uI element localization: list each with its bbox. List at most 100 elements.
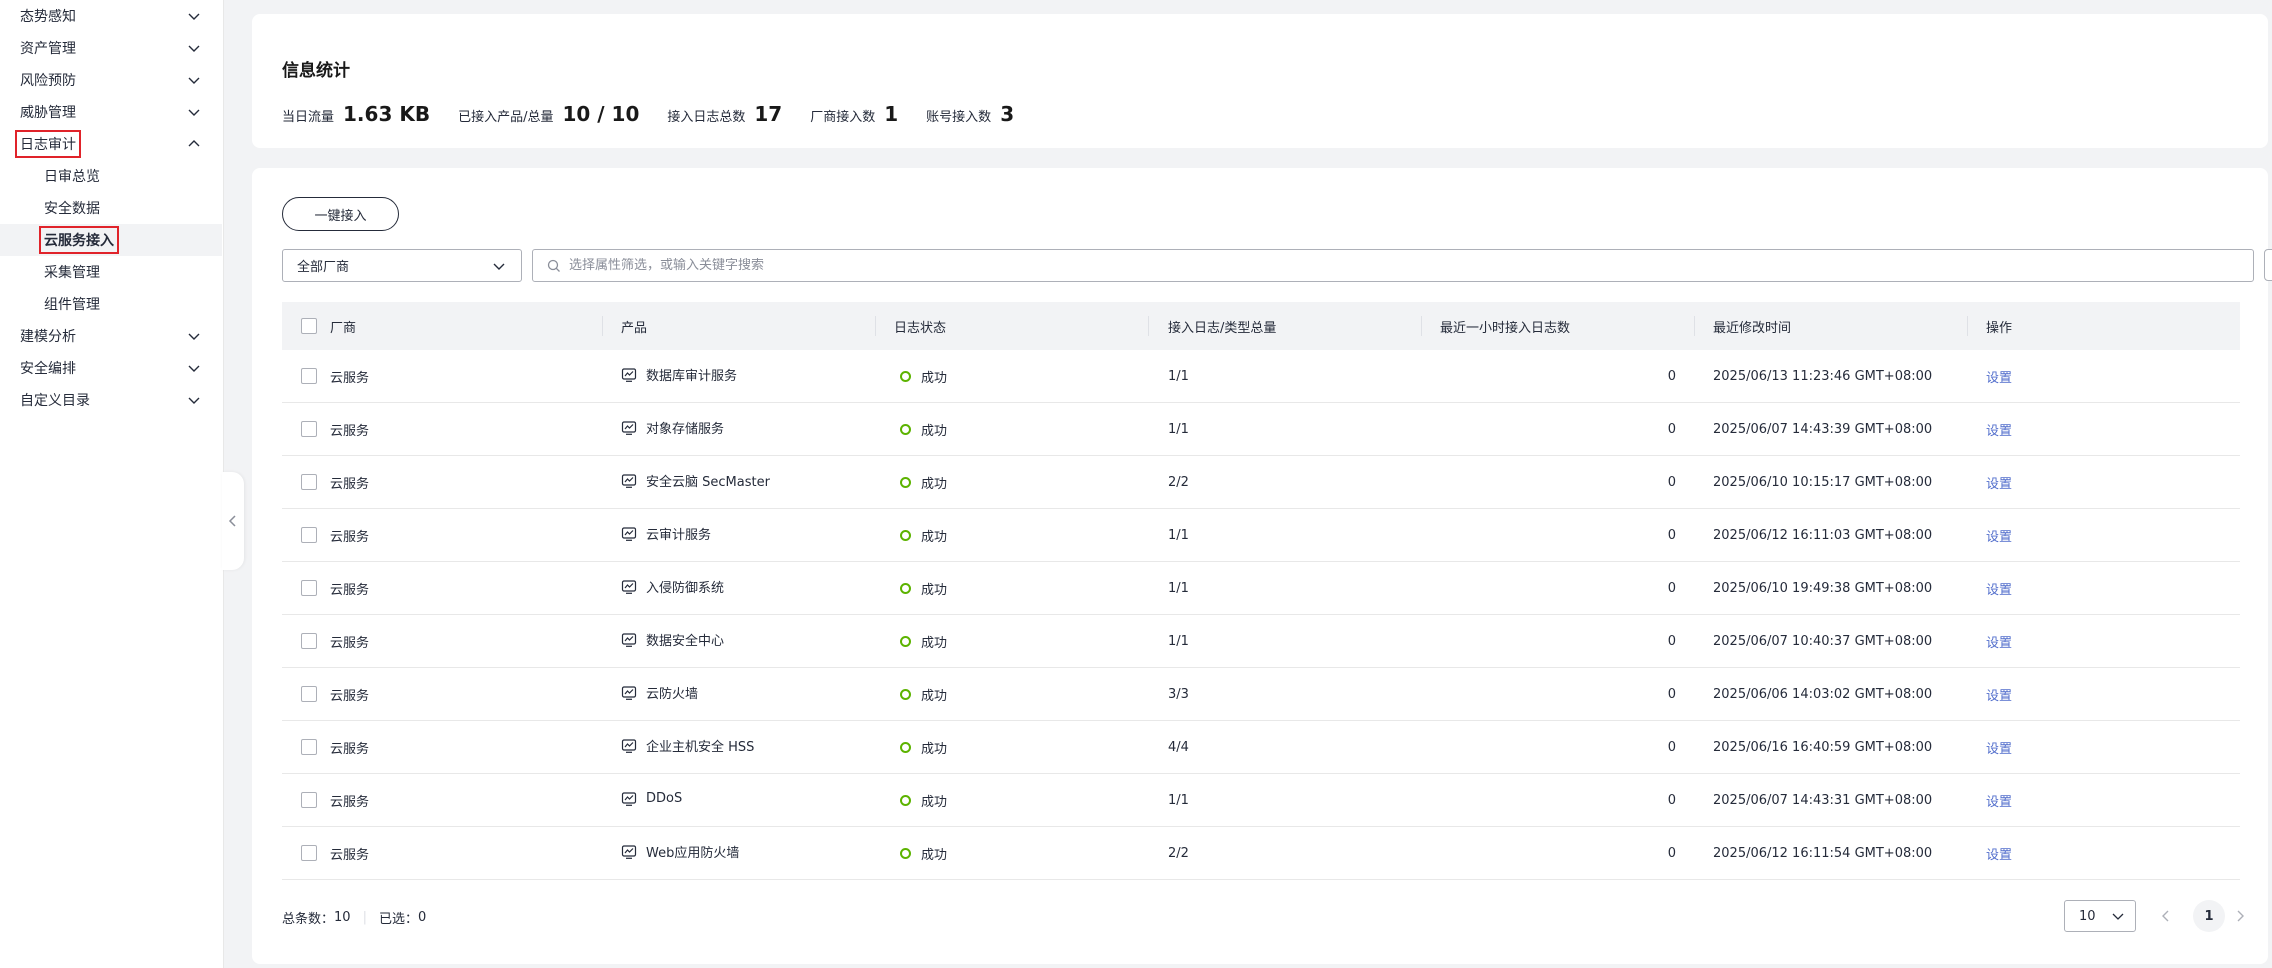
status-success-icon [900,742,911,753]
selected-value: 0 [417,910,427,925]
cell-product: 对象存储服务 [621,401,724,454]
cell-status: 成功 [900,827,947,880]
cell-recent-count: 0 [1667,422,1676,437]
sidebar-group-item[interactable]: 自定义目录 [0,384,222,416]
cell-product: 数据安全中心 [621,613,724,666]
access-list-card: 一键接入 全部厂商 厂商 产品 日志状态 接入日志/类型总量 最近一小时接入日志… [252,168,2272,964]
sidebar-group-label: 安全编排 [20,361,76,377]
sidebar-sub-item-label: 日审总览 [44,169,100,185]
cell-product: 云审计服务 [621,507,711,560]
page-size-value: 10 [2079,908,2096,924]
cell-types: 1/1 [1168,528,1189,543]
row-checkbox[interactable] [301,739,317,755]
row-checkbox[interactable] [301,527,317,543]
next-page-button[interactable] [2230,906,2250,926]
table-row: 云服务 DDoS 成功 1/1 0 2025/06/07 14:43:31 GMT+08:… [282,774,2240,827]
status-text: 成功 [921,530,948,545]
status-text: 成功 [921,583,948,598]
settings-link[interactable]: 设置 [1986,403,2012,456]
monitor-chart-icon [621,579,637,595]
row-checkbox[interactable] [301,368,317,384]
cell-modified-time: 2025/06/12 16:11:03 GMT+08:00 [1713,528,1933,543]
cell-status: 成功 [900,615,947,668]
cell-status: 成功 [900,350,947,403]
status-text: 成功 [921,477,948,492]
sidebar-sub-item[interactable]: 云服务接入 [0,224,222,256]
search-input[interactable] [569,258,2069,273]
row-checkbox[interactable] [301,474,317,490]
status-text: 成功 [921,689,948,704]
refresh-button[interactable] [2264,249,2272,281]
cell-vendor: 云服务 [330,848,370,863]
chevron-down-icon [2112,913,2124,920]
settings-link[interactable]: 设置 [1986,827,2012,880]
sidebar-sub-item[interactable]: 采集管理 [0,256,222,288]
sidebar-nav: 态势感知资产管理 风险预防 威胁管理 日志审计日审总览安全数据 云服务接入采集管理组件管… [0,0,224,968]
status-success-icon [900,689,911,700]
search-icon [547,259,560,272]
cell-modified-time: 2025/06/06 14:03:02 GMT+08:00 [1713,687,1933,702]
cell-types: 2/2 [1168,475,1189,490]
settings-link[interactable]: 设置 [1986,721,2012,774]
sidebar-sub-item[interactable]: 安全数据 [0,192,222,224]
sidebar-group-item[interactable]: 建模分析 [0,320,222,352]
table-row: 云服务 数据库审计服务 成功 1/1 0 2025/06/13 11:23:46 GMT+… [282,350,2240,403]
page-size-select[interactable]: 10 [2064,900,2136,932]
sidebar-group-label: 态势感知 [20,9,76,25]
cell-product: 入侵防御系统 [621,560,724,613]
header-types: 接入日志/类型总量 [1168,320,1277,336]
settings-link[interactable]: 设置 [1986,668,2012,721]
cell-status: 成功 [900,456,947,509]
sidebar-group-item[interactable]: 威胁管理 [0,96,222,128]
vendor-filter-select[interactable]: 全部厂商 [282,249,522,282]
prev-page-button[interactable] [2156,906,2176,926]
settings-link[interactable]: 设置 [1986,350,2012,403]
settings-link[interactable]: 设置 [1986,562,2012,615]
cell-modified-time: 2025/06/13 11:23:46 GMT+08:00 [1713,369,1933,384]
header-divider [1694,316,1695,336]
sidebar-collapse-button[interactable] [222,472,244,570]
sidebar-group-item[interactable]: 资产管理 [0,32,222,64]
sidebar-group-item[interactable]: 安全编排 [0,352,222,384]
header-product: 产品 [621,320,648,336]
sidebar-group-item[interactable]: 态势感知 [0,0,222,32]
row-checkbox[interactable] [301,792,317,808]
sidebar-sub-item-label: 采集管理 [44,265,100,281]
row-checkbox[interactable] [301,421,317,437]
sidebar-sub-item[interactable]: 日审总览 [0,160,222,192]
cell-recent-count: 0 [1667,793,1676,808]
row-checkbox[interactable] [301,580,317,596]
table-row: 云服务 安全云脑 SecMaster 成功 2/2 0 2025/06/10 10:15:… [282,456,2240,509]
sidebar-sub-item[interactable]: 组件管理 [0,288,222,320]
stat-value: 1.63 KB [343,102,431,126]
row-checkbox[interactable] [301,686,317,702]
status-text: 成功 [921,742,948,757]
cell-status: 成功 [900,721,947,774]
stat-label: 接入日志总数 [667,110,746,125]
page-number-current[interactable]: 1 [2193,900,2225,932]
sidebar-sub-item-label: 云服务接入 [39,226,119,254]
settings-link[interactable]: 设置 [1986,456,2012,509]
cell-types: 2/2 [1168,846,1189,861]
row-checkbox[interactable] [301,845,317,861]
stat-value: 10 / 10 [562,102,640,126]
chevron-down-icon [493,263,505,270]
cell-status: 成功 [900,668,947,721]
sidebar-group-item[interactable]: 风险预防 [0,64,222,96]
chevron-left-icon [2162,910,2169,922]
settings-link[interactable]: 设置 [1986,774,2012,827]
table-row: 云服务 对象存储服务 成功 1/1 0 2025/06/07 14:43:39 GMT+0… [282,403,2240,456]
cell-recent-count: 0 [1667,740,1676,755]
status-text: 成功 [921,795,948,810]
product-name: 数据库审计服务 [646,369,738,384]
settings-link[interactable]: 设置 [1986,615,2012,668]
sidebar-group-item[interactable]: 日志审计 [0,128,222,160]
settings-link[interactable]: 设置 [1986,509,2012,562]
select-all-checkbox[interactable] [301,318,317,334]
cell-product: Web应用防火墙 [621,825,739,878]
search-input-wrapper[interactable] [532,249,2254,282]
table-row: 云服务 Web应用防火墙 成功 2/2 0 2025/06/12 16:11:54 GMT… [282,827,2240,880]
cell-modified-time: 2025/06/07 14:43:39 GMT+08:00 [1713,422,1933,437]
row-checkbox[interactable] [301,633,317,649]
onekey-access-button[interactable]: 一键接入 [282,197,399,231]
